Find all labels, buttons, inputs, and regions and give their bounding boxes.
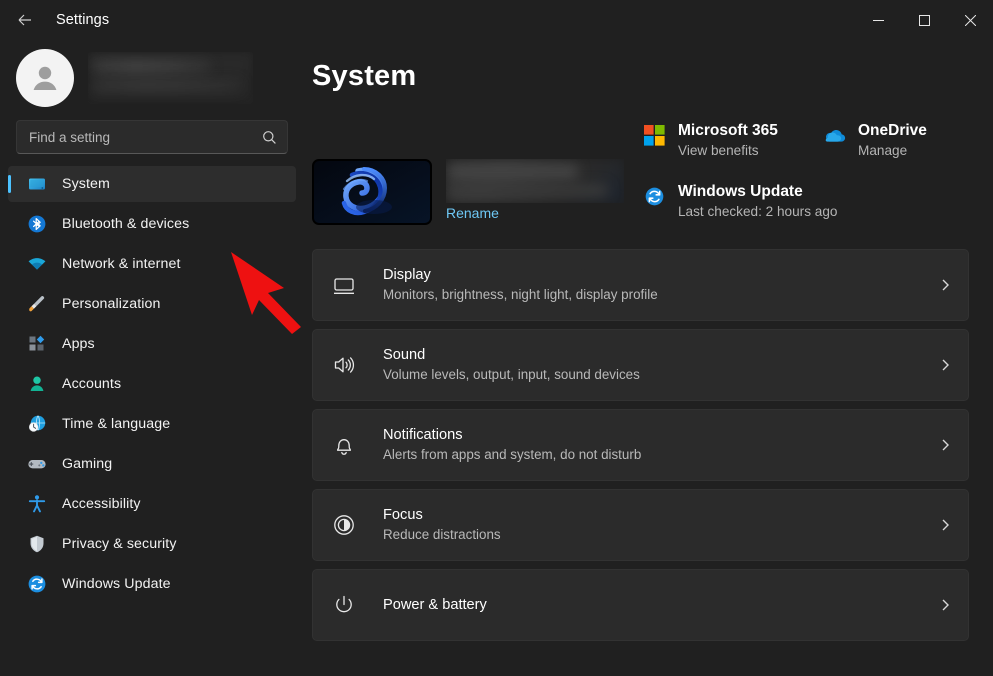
- sidebar-item-apps[interactable]: Apps: [8, 326, 296, 362]
- speaker-icon: [331, 352, 357, 378]
- card-subtitle: Reduce distractions: [383, 527, 501, 542]
- quick-link-title: Microsoft 365: [678, 122, 778, 139]
- quick-link-title: OneDrive: [858, 122, 927, 139]
- card-title: Focus: [383, 507, 423, 523]
- chevron-right-icon: [938, 598, 952, 612]
- rename-link[interactable]: Rename: [446, 205, 499, 221]
- sidebar-item-label: System: [62, 176, 110, 192]
- monitor-icon: [331, 272, 357, 298]
- back-button[interactable]: [8, 4, 42, 36]
- sidebar-item-windows-update[interactable]: Windows Update: [8, 566, 296, 602]
- bell-icon: [331, 432, 357, 458]
- device-summary: Rename: [312, 115, 642, 235]
- avatar: [16, 49, 74, 107]
- microsoft-logo-icon: [642, 123, 666, 147]
- settings-card-power-battery[interactable]: Power & battery: [312, 569, 969, 641]
- window-controls: [855, 0, 993, 40]
- windows-update-icon: [26, 573, 48, 595]
- page-title: System: [312, 60, 969, 93]
- quick-link-title: Windows Update: [678, 183, 803, 200]
- paintbrush-icon: [26, 293, 48, 315]
- wifi-icon: [26, 253, 48, 275]
- windows-bloom-wallpaper: [312, 159, 432, 225]
- account-name-redacted: [88, 52, 253, 104]
- sidebar-item-accounts[interactable]: Accounts: [8, 366, 296, 402]
- settings-card-sound[interactable]: Sound Volume levels, output, input, soun…: [312, 329, 969, 401]
- card-title: Power & battery: [383, 597, 487, 613]
- search-box[interactable]: [16, 120, 288, 154]
- card-title: Display: [383, 267, 431, 283]
- chevron-right-icon: [938, 358, 952, 372]
- settings-card-notifications[interactable]: Notifications Alerts from apps and syste…: [312, 409, 969, 481]
- device-name-block: Rename: [446, 159, 626, 223]
- sidebar-item-label: Accessibility: [62, 496, 141, 512]
- windows-update-icon: [642, 184, 666, 208]
- sidebar-item-bluetooth-devices[interactable]: Bluetooth & devices: [8, 206, 296, 242]
- card-subtitle: Volume levels, output, input, sound devi…: [383, 367, 640, 382]
- quick-link-microsoft-365[interactable]: Microsoft 365 View benefits: [642, 121, 822, 160]
- onedrive-cloud-icon: [822, 123, 846, 147]
- apps-icon: [26, 333, 48, 355]
- app-title: Settings: [56, 12, 109, 28]
- sidebar-item-label: Bluetooth & devices: [62, 216, 189, 232]
- sidebar-item-time-language[interactable]: Time & language: [8, 406, 296, 442]
- focus-icon: [331, 512, 357, 538]
- quick-links: Microsoft 365 View benefits: [642, 115, 972, 235]
- card-subtitle: Monitors, brightness, night light, displ…: [383, 287, 658, 302]
- chevron-right-icon: [938, 438, 952, 452]
- sidebar-item-network-internet[interactable]: Network & internet: [8, 246, 296, 282]
- account-person-icon: [26, 373, 48, 395]
- sidebar-item-label: Accounts: [62, 376, 121, 392]
- sidebar-item-privacy-security[interactable]: Privacy & security: [8, 526, 296, 562]
- sidebar-item-gaming[interactable]: Gaming: [8, 446, 296, 482]
- sidebar-item-label: Privacy & security: [62, 536, 177, 552]
- quick-link-subtitle: Manage: [858, 143, 907, 158]
- card-subtitle: Alerts from apps and system, do not dist…: [383, 447, 641, 462]
- search-icon: [262, 130, 277, 145]
- sidebar-nav: System Bluetooth & devices: [0, 166, 304, 606]
- sidebar-item-label: Network & internet: [62, 256, 181, 272]
- accessibility-icon: [26, 493, 48, 515]
- sidebar-item-personalization[interactable]: Personalization: [8, 286, 296, 322]
- sidebar-item-accessibility[interactable]: Accessibility: [8, 486, 296, 522]
- quick-link-subtitle: Last checked: 2 hours ago: [678, 204, 837, 219]
- system-monitor-icon: [26, 173, 48, 195]
- shield-icon: [26, 533, 48, 555]
- chevron-right-icon: [938, 278, 952, 292]
- search-input[interactable]: [29, 130, 262, 145]
- sidebar-item-label: Time & language: [62, 416, 170, 432]
- card-title: Sound: [383, 347, 425, 363]
- hero-section: Rename: [312, 115, 969, 235]
- chevron-right-icon: [938, 518, 952, 532]
- sidebar-item-label: Personalization: [62, 296, 161, 312]
- card-title: Notifications: [383, 427, 463, 443]
- clock-globe-icon: [26, 413, 48, 435]
- device-name-redacted: [446, 159, 624, 203]
- power-icon: [331, 592, 357, 618]
- settings-card-list: Display Monitors, brightness, night ligh…: [312, 249, 969, 641]
- sidebar: System Bluetooth & devices: [0, 40, 312, 676]
- settings-card-focus[interactable]: Focus Reduce distractions: [312, 489, 969, 561]
- quick-link-subtitle: View benefits: [678, 143, 759, 158]
- window-body: System Bluetooth & devices: [0, 40, 993, 676]
- account-section[interactable]: [0, 42, 304, 114]
- minimize-button[interactable]: [855, 0, 901, 40]
- settings-window: Settings: [0, 0, 993, 676]
- close-button[interactable]: [947, 0, 993, 40]
- settings-card-display[interactable]: Display Monitors, brightness, night ligh…: [312, 249, 969, 321]
- sidebar-item-system[interactable]: System: [8, 166, 296, 202]
- quick-link-onedrive[interactable]: OneDrive Manage: [822, 121, 972, 160]
- sidebar-item-label: Windows Update: [62, 576, 171, 592]
- bluetooth-icon: [26, 213, 48, 235]
- sidebar-item-label: Apps: [62, 336, 95, 352]
- game-controller-icon: [26, 453, 48, 475]
- sidebar-item-label: Gaming: [62, 456, 112, 472]
- maximize-button[interactable]: [901, 0, 947, 40]
- title-bar: Settings: [0, 0, 993, 40]
- main-content: System: [312, 40, 993, 676]
- quick-link-windows-update[interactable]: Windows Update Last checked: 2 hours ago: [642, 182, 902, 221]
